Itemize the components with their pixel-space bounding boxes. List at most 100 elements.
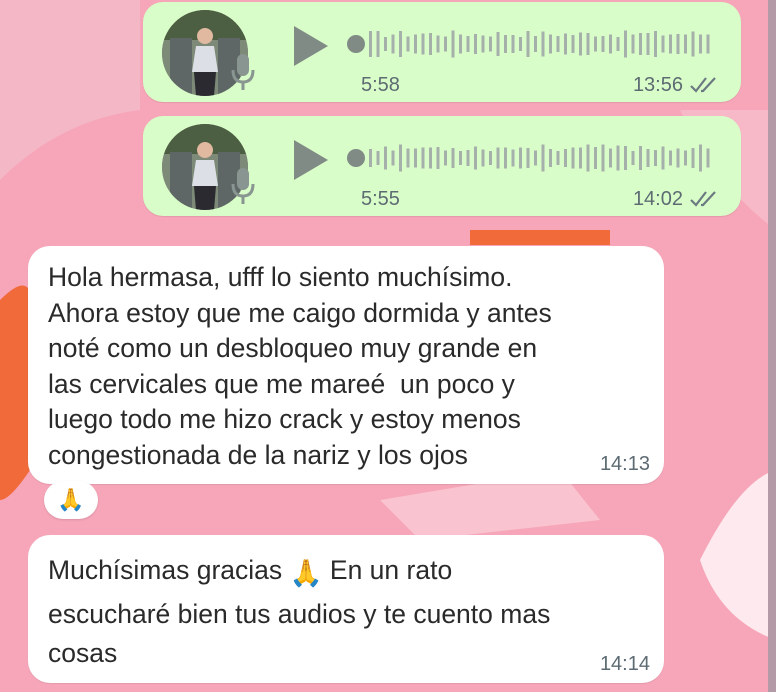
waveform-bar: [489, 36, 492, 52]
message-text: Muchísimas gracias 🙏 En un rato: [48, 553, 648, 592]
audio-message-bubble[interactable]: 5:55 14:02: [143, 116, 741, 216]
waveform-bar: [421, 147, 425, 169]
waveform-bar: [639, 33, 642, 55]
audio-waveform[interactable]: [347, 24, 717, 64]
waveform-bar: [406, 36, 410, 52]
waveform-bar: [631, 34, 635, 54]
waveform-bar: [556, 36, 560, 52]
waveform-bar: [481, 149, 485, 167]
microphone-icon: [231, 168, 255, 204]
audio-duration: 5:58: [361, 74, 400, 96]
incoming-message-bubble[interactable]: Hola hermasa, ufff lo siento muchísimo. …: [28, 246, 664, 484]
waveform-bar: [586, 33, 590, 55]
message-text-part: Muchísimas gracias: [48, 555, 283, 585]
waveform-bar: [601, 36, 605, 52]
waveform-bar: [369, 31, 372, 57]
waveform-bar: [421, 33, 425, 55]
waveform-bar: [646, 149, 650, 167]
waveform-bar: [399, 144, 402, 172]
waveform-bar: [556, 151, 560, 165]
waveform-bar: [631, 151, 635, 165]
waveform-bar: [571, 147, 575, 169]
play-icon[interactable]: [290, 24, 330, 68]
waveform-bar: [601, 144, 605, 172]
waveform-bar: [481, 35, 485, 53]
message-text-part: En un rato: [329, 555, 453, 585]
waveform-bar: [541, 31, 545, 57]
waveform-bar: [459, 151, 462, 165]
waveform-bar: [661, 35, 665, 53]
waveform-bar: [646, 33, 650, 55]
waveform-bar: [436, 35, 440, 53]
waveform-bar: [639, 146, 642, 170]
message-text: escucharé bien tus audios y te cuento ma…: [48, 599, 551, 668]
waveform-bar: [549, 149, 552, 167]
waveform-bar: [496, 147, 500, 169]
waveform-bar: [429, 33, 432, 55]
message-time: 14:13: [599, 453, 650, 475]
waveform-bar: [451, 148, 455, 168]
waveform-bar: [406, 148, 410, 168]
waveform-bar: [691, 148, 695, 168]
waveform-bar: [691, 31, 695, 57]
waveform-bar: [474, 34, 477, 54]
audio-message-bubble[interactable]: 5:58 13:56: [143, 2, 741, 102]
waveform-bar: [391, 34, 395, 54]
waveform-bar: [429, 147, 432, 169]
audio-waveform[interactable]: [347, 138, 717, 178]
waveform-bar: [706, 34, 710, 54]
message-time: 14:14: [599, 653, 650, 675]
message-time: 14:02: [632, 188, 683, 210]
waveform-bar: [676, 148, 680, 168]
waveform-bar: [616, 145, 620, 171]
waveform-bar: [391, 150, 395, 166]
waveform-bar: [676, 34, 680, 54]
waveform-bar: [594, 36, 597, 52]
message-time: 13:56: [632, 74, 683, 96]
message-text: Hola hermasa, ufff lo siento muchísimo. …: [48, 262, 552, 470]
waveform-bar: [504, 147, 507, 169]
waveform-bar: [654, 31, 657, 57]
waveform-bar: [436, 147, 440, 169]
waveform-bar: [609, 34, 612, 54]
waveform-bar: [609, 148, 612, 168]
waveform-bar: [459, 34, 462, 54]
waveform-bar: [586, 144, 590, 172]
waveform-bar: [684, 150, 687, 166]
waveform-bar: [489, 151, 492, 165]
waveform-bar: [624, 146, 627, 170]
waveform-bar: [616, 37, 620, 51]
play-icon[interactable]: [290, 138, 330, 182]
waveform-bar: [564, 33, 567, 55]
waveform-bar: [384, 146, 387, 170]
waveform-bar: [564, 149, 567, 167]
waveform-bar: [549, 34, 552, 54]
waveform-bar: [444, 36, 447, 52]
waveform-bar: [594, 147, 597, 169]
audio-duration: 5:55: [361, 188, 400, 210]
waveform-bar: [624, 30, 627, 58]
waveform-bar: [496, 32, 500, 56]
waveform-bar: [451, 30, 455, 58]
waveform-bar: [511, 149, 515, 167]
waveform-bar: [466, 150, 470, 166]
waveform-bar: [699, 144, 702, 172]
waveform-bar: [706, 148, 710, 168]
waveform-bar: [474, 146, 477, 170]
waveform-bar: [519, 37, 522, 51]
folded-hands-emoji: 🙏: [289, 558, 323, 588]
waveform-bar: [684, 34, 687, 54]
waveform-bar: [571, 35, 575, 53]
waveform-bar: [541, 144, 545, 172]
waveform-bar: [661, 146, 665, 170]
waveform-bar: [376, 151, 380, 165]
waveform-bar: [534, 150, 537, 166]
waveform-bar: [376, 31, 380, 57]
waveform-bar: [526, 31, 530, 57]
reaction-badge[interactable]: 🙏: [44, 481, 98, 519]
waveform-bar: [534, 36, 537, 52]
waveform-bar: [519, 147, 522, 169]
incoming-message-bubble[interactable]: Muchísimas gracias 🙏 En un rato escuchar…: [28, 535, 664, 683]
microphone-icon: [231, 54, 255, 90]
waveform-bar: [669, 150, 672, 166]
